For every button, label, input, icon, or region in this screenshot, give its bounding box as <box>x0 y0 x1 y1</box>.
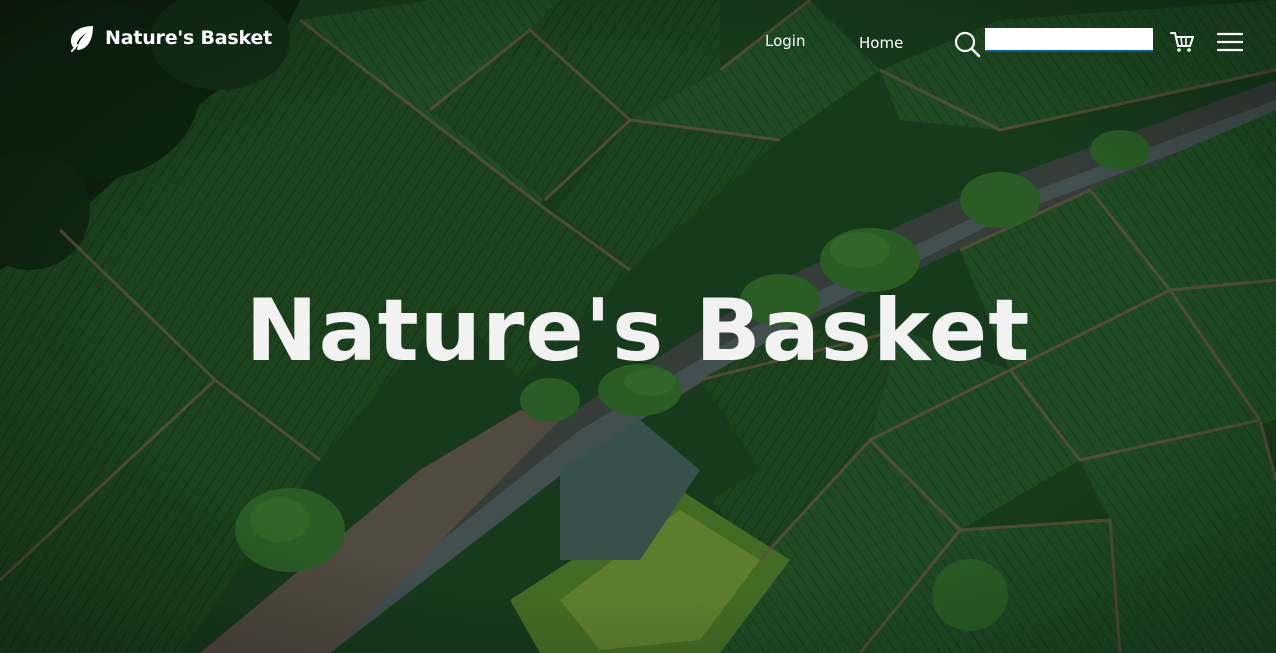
brand-name: Nature's Basket <box>105 26 273 49</box>
hamburger-menu-icon[interactable] <box>1217 32 1243 52</box>
login-link[interactable]: Login <box>765 34 805 49</box>
search-input[interactable] <box>985 28 1153 52</box>
leaf-icon <box>71 26 93 52</box>
home-link[interactable]: Home <box>859 36 903 51</box>
hero-title: Nature's Basket <box>245 281 1031 381</box>
cart-icon[interactable] <box>1170 31 1194 53</box>
top-navbar: Nature's Basket Login Home <box>0 0 1276 80</box>
search-icon[interactable] <box>953 30 981 58</box>
brand-logo-link[interactable]: Nature's Basket <box>68 24 272 52</box>
